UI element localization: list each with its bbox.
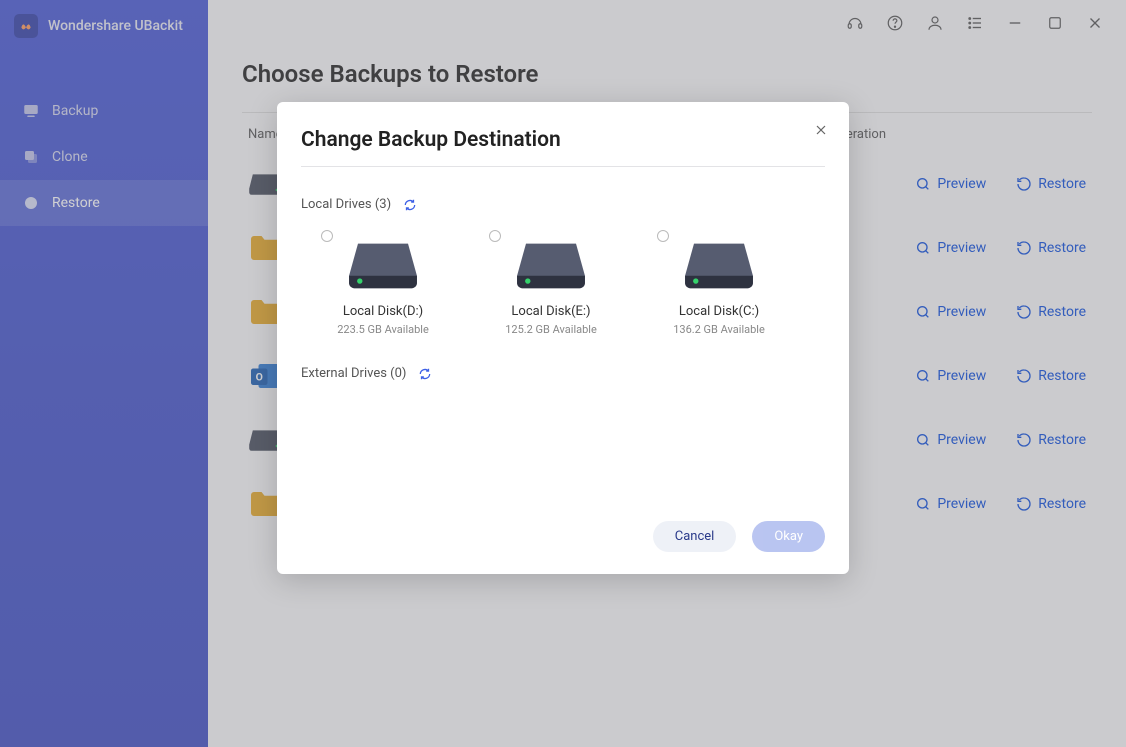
drive-available: 125.2 GB Available bbox=[505, 323, 597, 336]
drive-name: Local Disk(E:) bbox=[511, 304, 590, 319]
radio-icon[interactable] bbox=[657, 230, 669, 242]
refresh-icon[interactable] bbox=[403, 198, 417, 212]
refresh-icon[interactable] bbox=[418, 367, 432, 381]
modal-footer: Cancel Okay bbox=[301, 521, 825, 552]
drive-name: Local Disk(D:) bbox=[343, 304, 423, 319]
close-icon[interactable] bbox=[811, 120, 831, 140]
drive-grid: Local Disk(D:) 223.5 GB Available Local … bbox=[301, 230, 825, 366]
drive-icon bbox=[683, 240, 755, 290]
drive-icon bbox=[515, 240, 587, 290]
external-drives-header: External Drives (0) bbox=[301, 366, 825, 381]
drive-option-d[interactable]: Local Disk(D:) 223.5 GB Available bbox=[313, 230, 453, 336]
drive-icon bbox=[347, 240, 419, 290]
divider bbox=[301, 166, 825, 167]
radio-icon[interactable] bbox=[489, 230, 501, 242]
modal-title: Change Backup Destination bbox=[301, 128, 825, 152]
drive-available: 223.5 GB Available bbox=[337, 323, 429, 336]
change-destination-modal: Change Backup Destination Local Drives (… bbox=[277, 102, 849, 574]
modal-overlay: Change Backup Destination Local Drives (… bbox=[0, 0, 1126, 747]
radio-icon[interactable] bbox=[321, 230, 333, 242]
drive-option-c[interactable]: Local Disk(C:) 136.2 GB Available bbox=[649, 230, 789, 336]
okay-button[interactable]: Okay bbox=[752, 521, 825, 552]
external-drives-label: External Drives (0) bbox=[301, 366, 406, 381]
cancel-button[interactable]: Cancel bbox=[653, 521, 737, 552]
drive-option-e[interactable]: Local Disk(E:) 125.2 GB Available bbox=[481, 230, 621, 336]
drive-available: 136.2 GB Available bbox=[673, 323, 765, 336]
drive-name: Local Disk(C:) bbox=[679, 304, 759, 319]
local-drives-label: Local Drives (3) bbox=[301, 197, 391, 212]
local-drives-header: Local Drives (3) bbox=[301, 197, 825, 212]
